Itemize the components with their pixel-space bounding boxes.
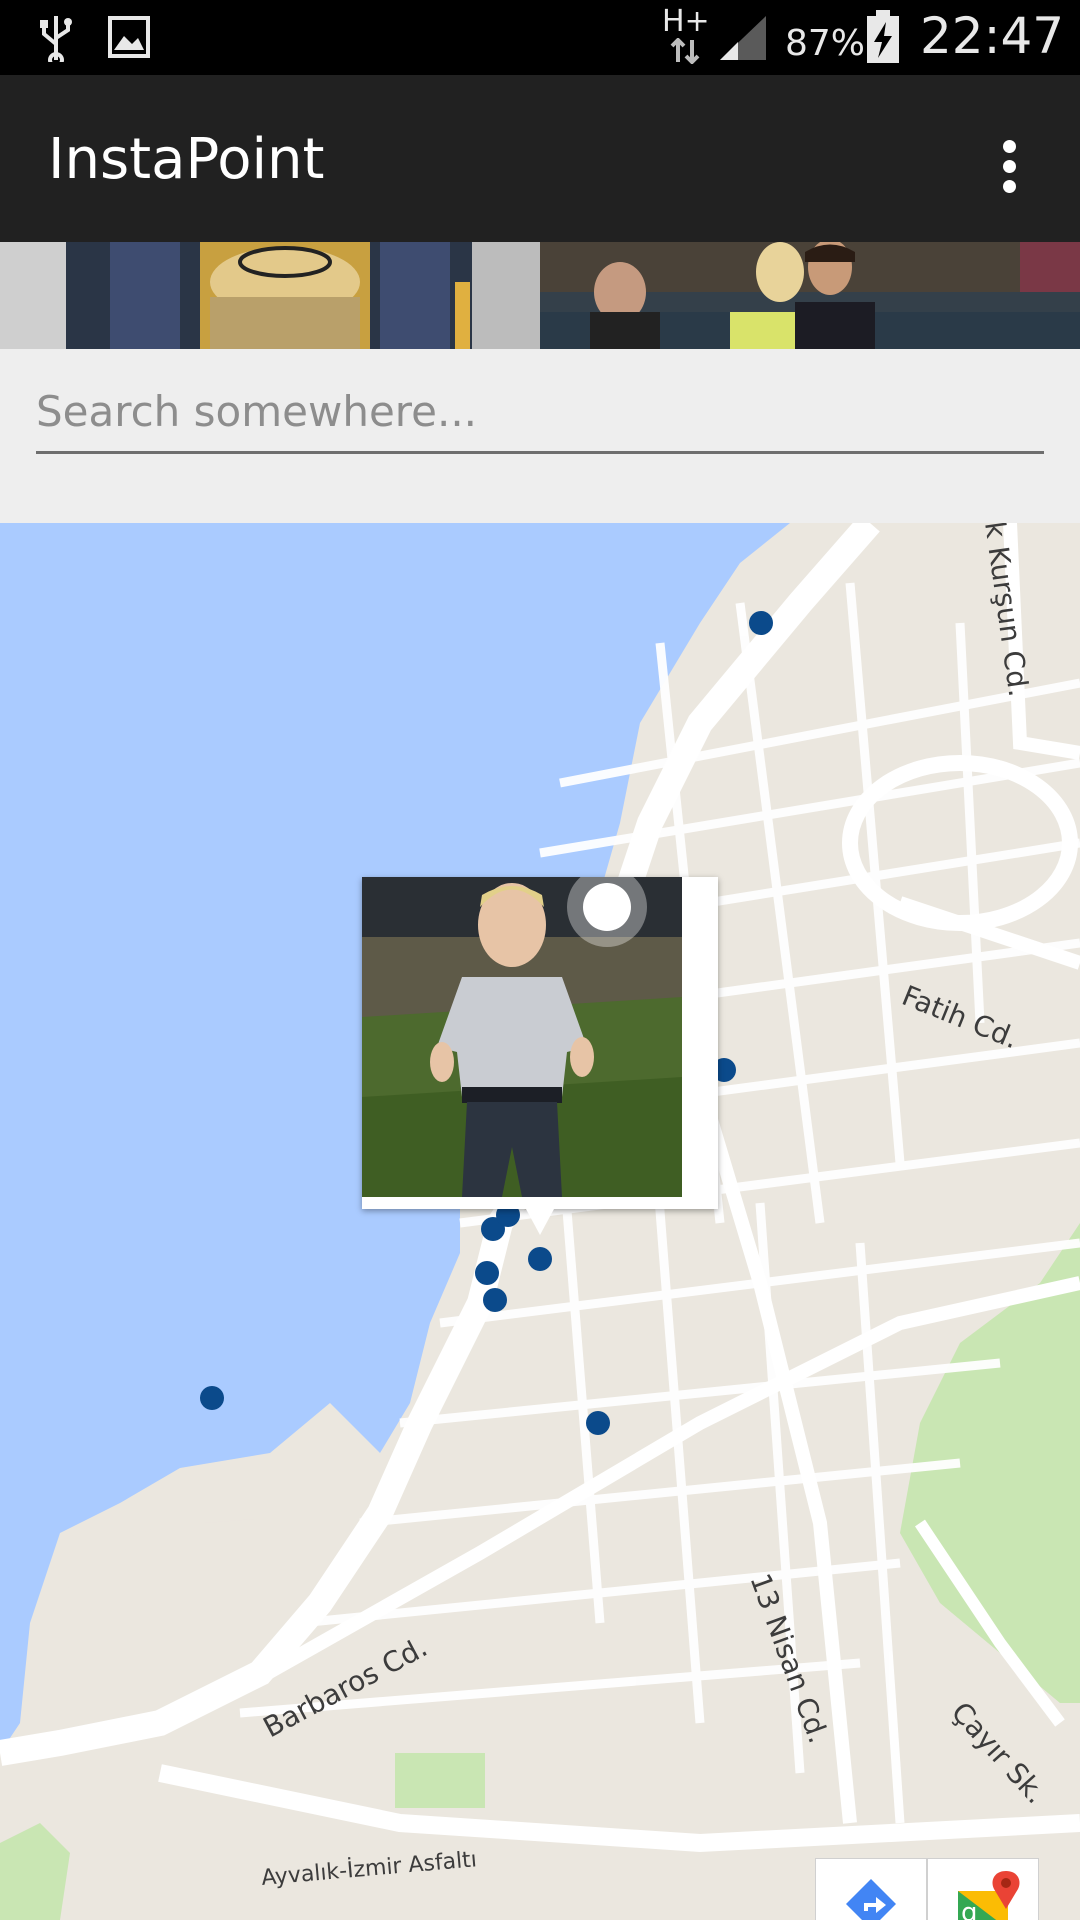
map-marker[interactable] bbox=[475, 1261, 499, 1285]
google-maps-icon: g bbox=[958, 1871, 1020, 1920]
info-window-pointer bbox=[526, 1209, 554, 1235]
directions-button[interactable] bbox=[815, 1858, 927, 1920]
app-bar: InstaPoint bbox=[0, 75, 1080, 242]
search-area bbox=[0, 349, 1080, 523]
map-marker[interactable] bbox=[586, 1411, 610, 1435]
photo-strip[interactable] bbox=[0, 242, 1080, 349]
signal-icon bbox=[720, 16, 766, 60]
battery-charging-icon bbox=[867, 10, 899, 63]
image-icon bbox=[108, 16, 150, 58]
map-marker[interactable] bbox=[749, 611, 773, 635]
photo-thumbnail-church[interactable] bbox=[0, 242, 540, 349]
status-bar: H+ 87% 22:47 bbox=[0, 0, 1080, 75]
open-google-maps-button[interactable]: g bbox=[927, 1858, 1039, 1920]
overflow-menu-icon[interactable] bbox=[985, 130, 1033, 200]
photo-info-window[interactable] bbox=[362, 877, 718, 1235]
directions-icon bbox=[846, 1879, 896, 1920]
network-type: H+ bbox=[662, 4, 710, 39]
photo-thumbnail-people[interactable] bbox=[540, 242, 1080, 349]
map-marker[interactable] bbox=[200, 1386, 224, 1410]
popup-photo-child[interactable] bbox=[362, 877, 682, 1197]
battery-percent: 87% bbox=[785, 23, 866, 64]
map-view[interactable]: k Kurşun Cd. Fatih Cd. Barbaros Cd. 13 N… bbox=[0, 523, 1080, 1920]
usb-icon bbox=[40, 16, 72, 62]
svg-text:g: g bbox=[961, 1898, 978, 1920]
clock: 22:47 bbox=[920, 7, 1065, 65]
map-marker[interactable] bbox=[483, 1288, 507, 1312]
app-title: InstaPoint bbox=[48, 127, 325, 192]
search-input[interactable] bbox=[36, 371, 1044, 454]
data-arrows-icon bbox=[670, 38, 700, 64]
map-marker[interactable] bbox=[528, 1247, 552, 1271]
